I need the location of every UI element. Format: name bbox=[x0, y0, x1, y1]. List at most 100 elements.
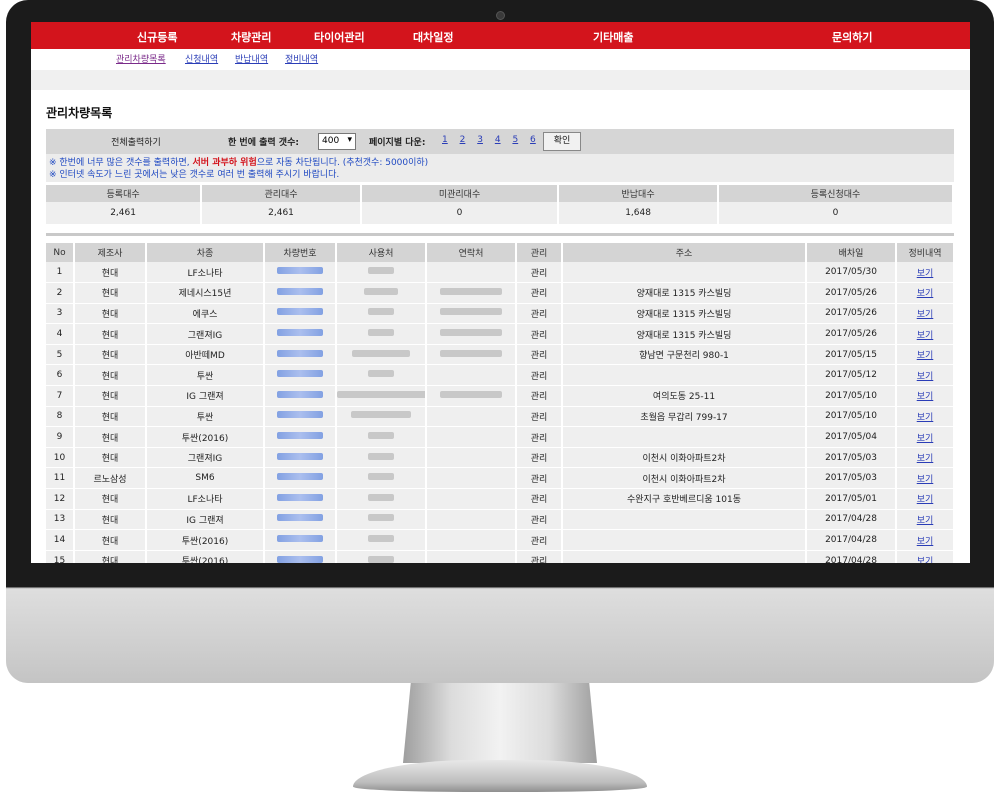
cell-no: 5 bbox=[46, 344, 75, 366]
view-maintenance-link[interactable]: 보기 bbox=[917, 269, 934, 279]
cell-user bbox=[336, 550, 427, 563]
cell-plate bbox=[264, 550, 337, 563]
cell-address bbox=[562, 529, 807, 551]
cell-phone bbox=[426, 282, 517, 304]
vehicle-stats: 등록대수 관리대수 미관리대수 반납대수 등록신청대수 2,461 2,461 … bbox=[46, 185, 955, 224]
cell-user bbox=[336, 303, 427, 325]
cell-maker: 현대 bbox=[74, 426, 147, 448]
view-maintenance-link[interactable]: 보기 bbox=[917, 516, 934, 526]
cell-address bbox=[562, 426, 807, 448]
webcam-icon bbox=[496, 11, 505, 20]
cell-plate bbox=[264, 385, 337, 407]
cell-plate bbox=[264, 282, 337, 304]
output-notes: ※ 한번에 너무 많은 갯수를 출력하면, 서버 과부하 위험으로 자동 차단됩… bbox=[46, 154, 954, 182]
page-link-6[interactable]: 6 bbox=[530, 135, 536, 145]
redacted-plate bbox=[277, 390, 323, 398]
cell-phone bbox=[426, 323, 517, 345]
cell-plate bbox=[264, 323, 337, 345]
cell-address: 초월읍 무갑리 799-17 bbox=[562, 406, 807, 428]
table-row: 10 현대 그랜져IG 관리 이천시 이화아파트2차 2017/05/03 보기 bbox=[46, 447, 955, 469]
subnav-managed-vehicles[interactable]: 관리차량목록 bbox=[116, 52, 166, 65]
cell-phone bbox=[426, 262, 517, 284]
redacted-plate bbox=[277, 473, 323, 481]
cell-phone bbox=[426, 406, 517, 428]
cell-user bbox=[336, 529, 427, 551]
cell-user bbox=[336, 406, 427, 428]
view-maintenance-link[interactable]: 보기 bbox=[917, 413, 934, 423]
cell-status: 관리 bbox=[516, 282, 563, 304]
view-maintenance-link[interactable]: 보기 bbox=[917, 310, 934, 320]
cell-plate bbox=[264, 509, 337, 531]
view-maintenance-link[interactable]: 보기 bbox=[917, 454, 934, 464]
view-maintenance-link[interactable]: 보기 bbox=[917, 372, 934, 382]
cell-status: 관리 bbox=[516, 529, 563, 551]
cell-no: 11 bbox=[46, 467, 75, 490]
cell-address: 양재대로 1315 카스빌딩 bbox=[562, 303, 807, 325]
cell-maintenance: 보기 bbox=[896, 385, 955, 407]
cell-plate bbox=[264, 364, 337, 387]
table-row: 12 현대 LF소나타 관리 수완지구 호반베르디움 101동 2017/05/01 보기 bbox=[46, 488, 955, 510]
cell-date: 2017/04/28 bbox=[806, 529, 897, 551]
redacted-user bbox=[368, 329, 394, 337]
redacted-user bbox=[368, 370, 394, 378]
cell-date: 2017/05/03 bbox=[806, 467, 897, 490]
header-spacer bbox=[31, 70, 970, 90]
page-link-4[interactable]: 4 bbox=[495, 135, 501, 145]
page-link-2[interactable]: 2 bbox=[460, 135, 466, 145]
column-header: 차종 bbox=[146, 243, 265, 262]
cell-address bbox=[562, 550, 807, 563]
view-maintenance-link[interactable]: 보기 bbox=[917, 495, 934, 505]
page-link-1[interactable]: 1 bbox=[442, 135, 448, 145]
page-link-3[interactable]: 3 bbox=[477, 135, 483, 145]
monitor-base bbox=[353, 760, 647, 792]
redacted-user bbox=[368, 514, 394, 522]
cell-date: 2017/05/26 bbox=[806, 282, 897, 304]
redacted-user bbox=[368, 267, 394, 275]
view-maintenance-link[interactable]: 보기 bbox=[917, 557, 934, 563]
cell-status: 관리 bbox=[516, 406, 563, 428]
view-maintenance-link[interactable]: 보기 bbox=[917, 392, 934, 402]
nav-new-registration[interactable]: 신규등록 bbox=[137, 29, 177, 45]
column-header: 주소 bbox=[562, 243, 807, 262]
view-maintenance-link[interactable]: 보기 bbox=[917, 289, 934, 299]
redacted-user bbox=[368, 452, 394, 460]
output-options-row: 전체출력하기 한 번에 출력 갯수: 400 ▾ 페이지별 다운: 1 2 3 … bbox=[46, 129, 954, 154]
subnav-applications[interactable]: 신청내역 bbox=[185, 52, 218, 65]
cell-status: 관리 bbox=[516, 385, 563, 407]
view-maintenance-link[interactable]: 보기 bbox=[917, 351, 934, 361]
confirm-button[interactable]: 확인 bbox=[543, 132, 581, 151]
column-header: 관리 bbox=[516, 243, 563, 262]
cell-no: 12 bbox=[46, 488, 75, 510]
view-maintenance-link[interactable]: 보기 bbox=[917, 537, 934, 547]
cell-date: 2017/05/26 bbox=[806, 303, 897, 325]
cell-phone bbox=[426, 364, 517, 387]
cell-address: 수완지구 호반베르디움 101동 bbox=[562, 488, 807, 510]
cell-user bbox=[336, 488, 427, 510]
view-maintenance-link[interactable]: 보기 bbox=[917, 331, 934, 341]
redacted-user bbox=[368, 473, 394, 481]
cell-status: 관리 bbox=[516, 303, 563, 325]
cell-user bbox=[336, 282, 427, 304]
per-page-value: 400 bbox=[322, 136, 340, 146]
view-maintenance-link[interactable]: 보기 bbox=[917, 434, 934, 444]
redacted-plate bbox=[277, 349, 323, 357]
print-all-button[interactable]: 전체출력하기 bbox=[46, 135, 226, 148]
nav-tire-management[interactable]: 타이어관리 bbox=[314, 29, 365, 45]
cell-model: LF소나타 bbox=[146, 488, 265, 510]
subnav-maintenance[interactable]: 정비내역 bbox=[285, 52, 318, 65]
page-link-5[interactable]: 5 bbox=[512, 135, 518, 145]
subnav-returns[interactable]: 반납내역 bbox=[235, 52, 268, 65]
nav-other-sales[interactable]: 기타매출 bbox=[593, 29, 633, 45]
sub-navigation: 관리차량목록 신청내역 반납내역 정비내역 bbox=[31, 49, 970, 70]
cell-no: 10 bbox=[46, 447, 75, 469]
redacted-plate bbox=[277, 267, 323, 275]
nav-loaner-schedule[interactable]: 대차일정 bbox=[413, 29, 453, 45]
view-maintenance-link[interactable]: 보기 bbox=[917, 475, 934, 485]
stats-header: 미관리대수 bbox=[360, 185, 560, 202]
cell-user bbox=[336, 467, 427, 490]
nav-vehicle-management[interactable]: 차량관리 bbox=[231, 29, 271, 45]
redacted-user bbox=[351, 411, 411, 419]
stats-header: 등록대수 bbox=[46, 185, 203, 202]
per-page-select[interactable]: 400 ▾ bbox=[318, 133, 356, 150]
nav-inquiry[interactable]: 문의하기 bbox=[832, 29, 872, 45]
